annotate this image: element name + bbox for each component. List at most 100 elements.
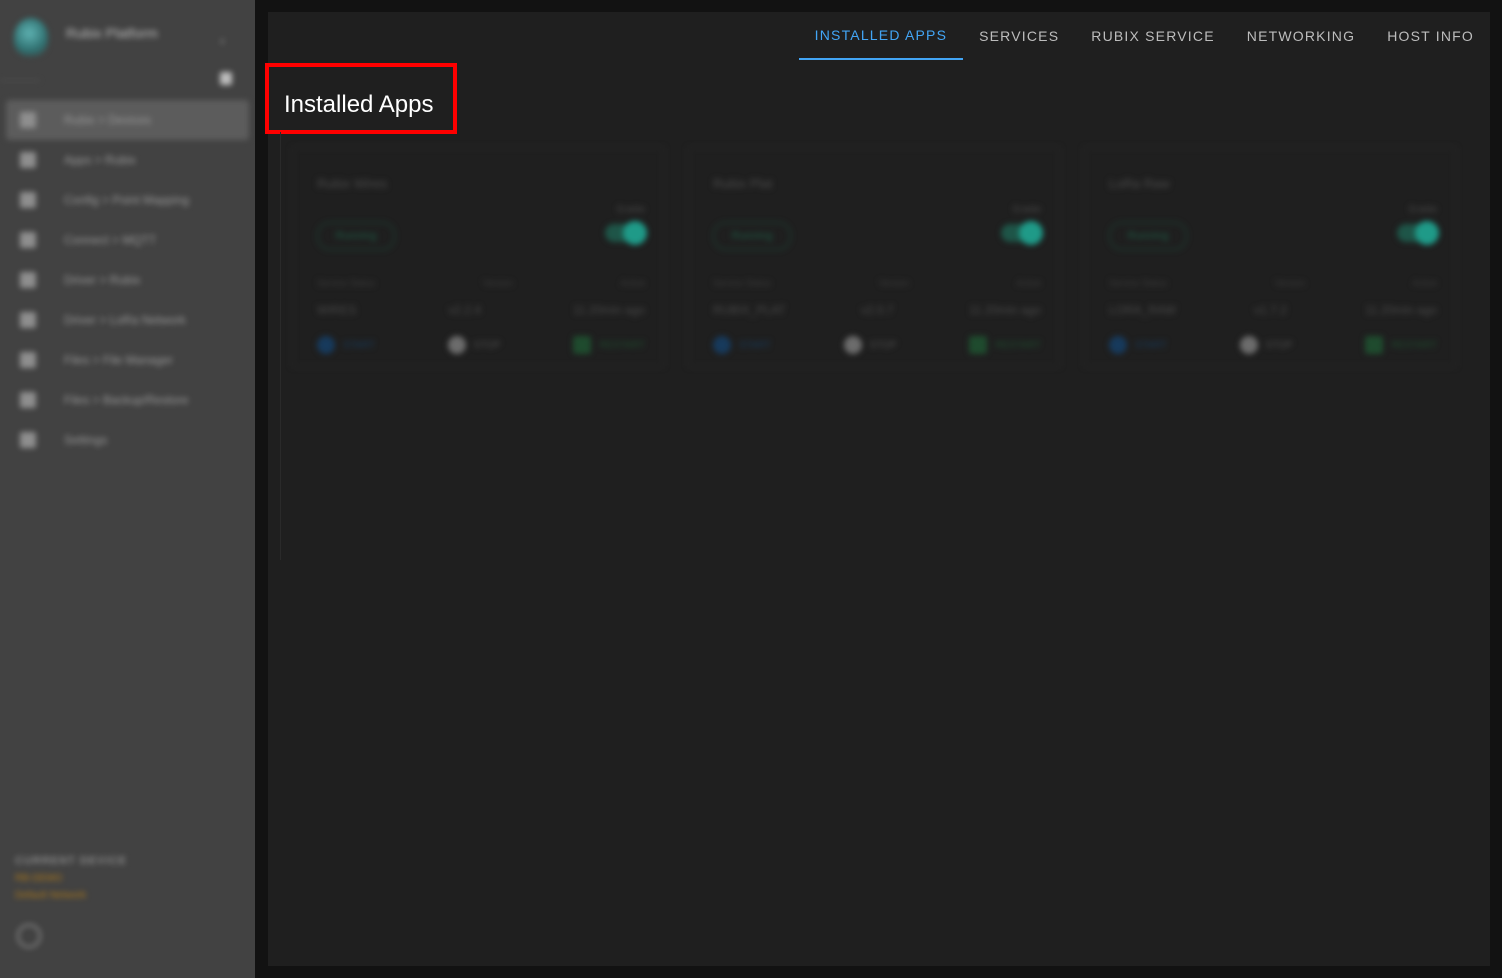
- value-active: 11.20min ago: [573, 303, 645, 317]
- sidebar-item-settings[interactable]: Settings: [6, 420, 249, 460]
- stop-label: STOP: [473, 339, 501, 351]
- enable-toggle[interactable]: [605, 221, 647, 245]
- app-card: LoRa Raw Enable Running Service Status V…: [1084, 147, 1456, 367]
- header-service-status: Service Status: [713, 278, 772, 288]
- stop-label: STOP: [1265, 339, 1293, 351]
- restart-label: RESTART: [995, 339, 1041, 351]
- value-version: v1.7.2: [1254, 303, 1287, 317]
- sidebar-item-backup-restore[interactable]: Files > Backup/Restore: [6, 380, 249, 420]
- page-title: Installed Apps: [284, 91, 434, 118]
- sidebar-item-label: Rubix > Devices: [64, 113, 152, 127]
- sidebar-item-label: Driver > LoRa Network: [64, 313, 186, 327]
- stop-icon: [447, 336, 466, 354]
- restart-button[interactable]: RESTART: [969, 336, 1041, 354]
- play-icon: [317, 336, 335, 354]
- restart-icon: [969, 336, 988, 354]
- sidebar: Rubix Platform ‹ Rubix > Devices Apps > …: [0, 0, 255, 978]
- stop-button[interactable]: STOP: [1239, 336, 1293, 354]
- start-button[interactable]: START: [713, 336, 771, 354]
- enable-toggle[interactable]: [1001, 221, 1043, 245]
- app-cards: Rubix Wires Enable Running Service Statu…: [292, 147, 1468, 372]
- meta-values: WIRES v2.2.4 11.20min ago: [317, 303, 645, 317]
- value-service-status: RUBIX_PLAT: [713, 303, 786, 317]
- meta-headers: Service Status Version Active: [713, 278, 1041, 288]
- card-actions: START STOP RESTART: [317, 336, 645, 354]
- stop-button[interactable]: STOP: [843, 336, 897, 354]
- header-version: Version: [1274, 278, 1305, 288]
- sidebar-item-label: Apps > Rubix: [64, 153, 136, 167]
- sidebar-item-rubix-devices[interactable]: Rubix > Devices: [6, 100, 249, 140]
- restart-icon: [1365, 336, 1384, 354]
- restart-label: RESTART: [1391, 339, 1437, 351]
- stop-icon: [1239, 336, 1258, 354]
- file-icon: [20, 352, 36, 368]
- sidebar-item-label: Files > File Manager: [64, 353, 174, 367]
- sidebar-item-apps-rubix[interactable]: Apps > Rubix: [6, 140, 249, 180]
- stop-label: STOP: [869, 339, 897, 351]
- header-version: Version: [482, 278, 513, 288]
- meta-headers: Service Status Version Active: [317, 278, 645, 288]
- restart-icon: [573, 336, 592, 354]
- value-version: v2.0.7: [860, 303, 894, 317]
- value-version: v2.2.4: [448, 303, 482, 317]
- enable-label: Enable: [1408, 204, 1437, 214]
- enable-toggle[interactable]: [1397, 221, 1439, 245]
- help-icon[interactable]: [17, 924, 41, 948]
- header-active: Active: [1412, 278, 1437, 288]
- divider: [0, 80, 40, 81]
- app-card-title: Rubix Wires: [317, 176, 388, 191]
- sidebar-item-label: Settings: [64, 433, 108, 447]
- sidebar-item-file-manager[interactable]: Files > File Manager: [6, 340, 249, 380]
- chevron-left-icon[interactable]: ‹: [220, 32, 225, 48]
- current-device-heading: CURRENT DEVICE: [15, 855, 127, 867]
- sidebar-item-lora-network[interactable]: Driver > LoRa Network: [6, 300, 249, 340]
- card-actions: START STOP RESTART: [713, 336, 1041, 354]
- tab-networking[interactable]: NETWORKING: [1231, 12, 1371, 60]
- value-active: 11.20min ago: [1365, 303, 1437, 317]
- network-icon: [20, 312, 36, 328]
- play-icon: [1109, 336, 1127, 354]
- app-card-title: Rubix Plat: [713, 176, 773, 191]
- stop-button[interactable]: STOP: [447, 336, 501, 354]
- value-service-status: LORA_RAW: [1109, 303, 1176, 317]
- app-card: Rubix Wires Enable Running Service Statu…: [292, 147, 664, 367]
- sidebar-item-label: Files > Backup/Restore: [64, 393, 189, 407]
- dashboard-icon: [20, 112, 36, 128]
- sidebar-item-label: Connect > MQTT: [64, 233, 157, 247]
- header-version: Version: [878, 278, 909, 288]
- play-icon: [713, 336, 731, 354]
- status-badge: Running: [317, 222, 395, 250]
- tab-services[interactable]: SERVICES: [963, 12, 1075, 60]
- header-active: Active: [1016, 278, 1041, 288]
- enable-label: Enable: [616, 204, 645, 214]
- brand[interactable]: Rubix Platform: [14, 18, 158, 56]
- sidebar-item-label: Driver > Rubix: [64, 273, 141, 287]
- current-device-network[interactable]: Default Network: [15, 890, 127, 901]
- status-badge: Running: [1109, 222, 1187, 250]
- tab-rubix-service[interactable]: RUBIX SERVICE: [1075, 12, 1231, 60]
- lock-icon[interactable]: [220, 72, 232, 85]
- sidebar-item-driver-rubix[interactable]: Driver > Rubix: [6, 260, 249, 300]
- mapping-icon: [20, 192, 36, 208]
- meta-values: RUBIX_PLAT v2.0.7 11.20min ago: [713, 303, 1041, 317]
- restart-button[interactable]: RESTART: [573, 336, 645, 354]
- start-button[interactable]: START: [1109, 336, 1167, 354]
- card-actions: START STOP RESTART: [1109, 336, 1437, 354]
- restart-button[interactable]: RESTART: [1365, 336, 1437, 354]
- sidebar-item-point-mapping[interactable]: Config > Point Mapping: [6, 180, 249, 220]
- app-card: Rubix Plat Enable Running Service Status…: [688, 147, 1060, 367]
- tab-host-info[interactable]: HOST INFO: [1371, 12, 1490, 60]
- tab-installed-apps[interactable]: INSTALLED APPS: [798, 12, 964, 60]
- sidebar-item-mqtt[interactable]: Connect > MQTT: [6, 220, 249, 260]
- chart-icon: [20, 232, 36, 248]
- sidebar-nav: Rubix > Devices Apps > Rubix Config > Po…: [6, 100, 249, 460]
- brand-name: Rubix Platform: [66, 25, 158, 41]
- status-badge: Running: [713, 222, 791, 250]
- app-card-title: LoRa Raw: [1109, 176, 1170, 191]
- start-button[interactable]: START: [317, 336, 375, 354]
- meta-values: LORA_RAW v1.7.2 11.20min ago: [1109, 303, 1437, 317]
- meta-headers: Service Status Version Active: [1109, 278, 1437, 288]
- tab-bar: INSTALLED APPS SERVICES RUBIX SERVICE NE…: [798, 12, 1490, 60]
- start-label: START: [1135, 339, 1167, 351]
- current-device-name[interactable]: RB-DEMO: [15, 873, 127, 884]
